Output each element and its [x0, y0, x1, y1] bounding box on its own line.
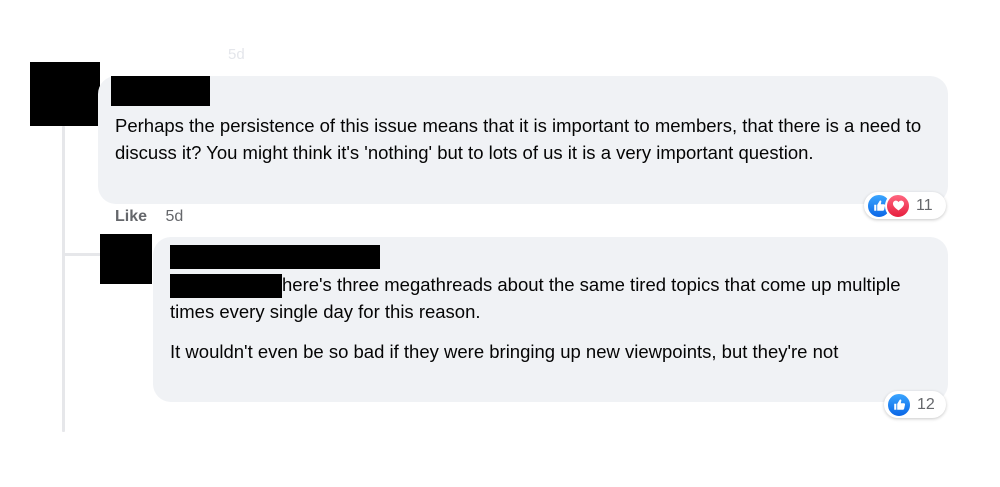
like-icon: [886, 391, 912, 418]
author-name-redacted[interactable]: [111, 76, 210, 106]
reply-reaction-summary[interactable]: 12: [884, 391, 946, 418]
thread-connector-horizontal: [62, 253, 100, 256]
reply-text-paragraph: here's three megathreads about the same …: [170, 274, 901, 322]
reply-author-name-redacted[interactable]: [170, 245, 380, 269]
avatar-redacted[interactable]: [30, 62, 100, 126]
reaction-count: 11: [916, 196, 933, 214]
reply-text-paragraph: It wouldn't even be so bad if they were …: [170, 341, 839, 362]
faded-timestamp: 5d: [228, 46, 245, 63]
love-icon: [885, 192, 911, 219]
reaction-count: 12: [917, 395, 935, 413]
thread-connector-vertical: [62, 126, 65, 432]
comment-timestamp[interactable]: 5d: [165, 208, 183, 225]
reply-avatar-redacted[interactable]: [100, 234, 152, 284]
comment-actions: Like 5d: [115, 207, 183, 227]
like-link[interactable]: Like: [115, 208, 147, 225]
comment-text: Perhaps the persistence of this issue me…: [115, 115, 922, 163]
reaction-summary[interactable]: 11: [864, 192, 946, 219]
